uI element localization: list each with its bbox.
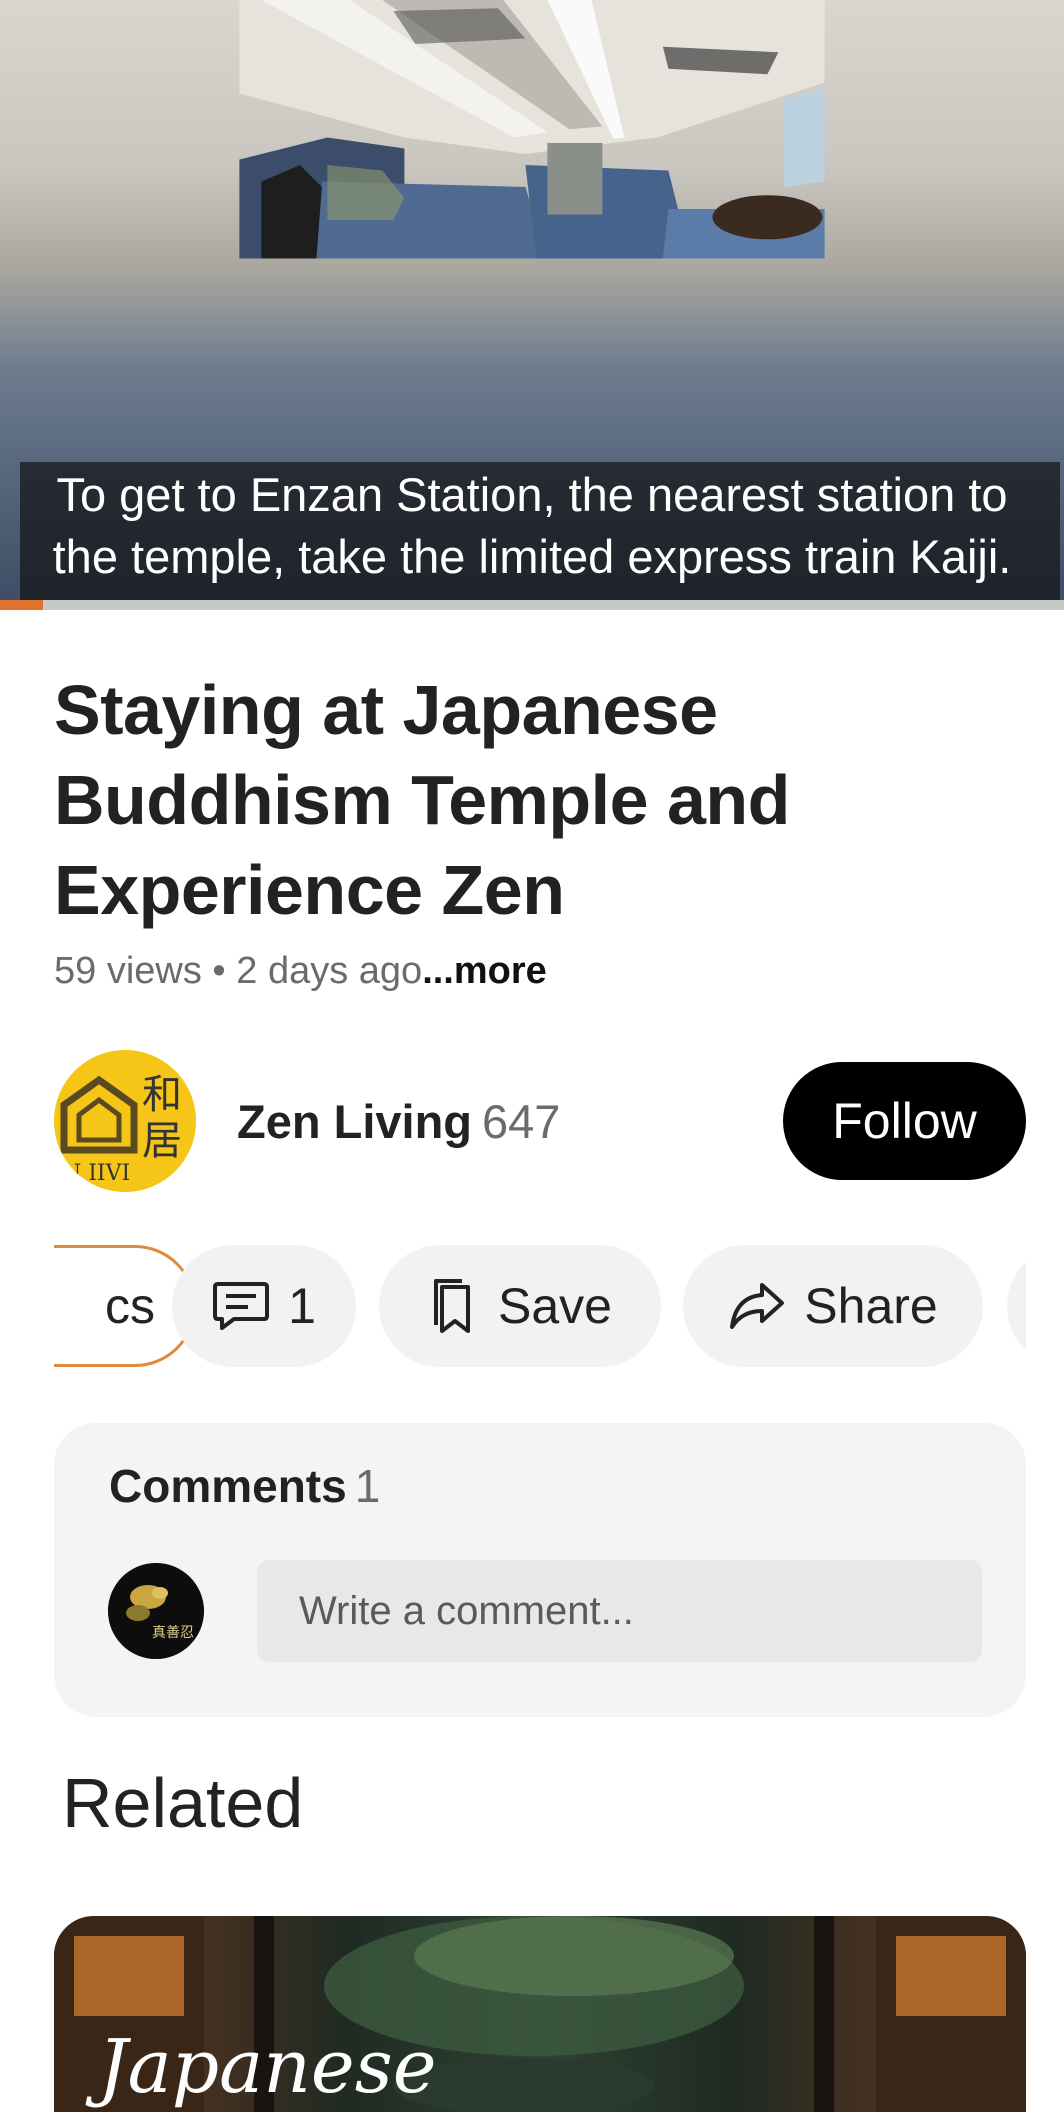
related-thumbnail-text: Japanese <box>98 2024 437 2110</box>
video-progress-fill <box>0 600 43 610</box>
channel-logo-icon: 和 居 N IIVI <box>54 1050 196 1192</box>
save-button[interactable]: Save <box>379 1245 661 1367</box>
related-heading: Related <box>62 1764 304 1842</box>
share-icon <box>730 1283 785 1329</box>
caption-line-1: To get to Enzan Station, the nearest sta… <box>56 468 1008 521</box>
user-avatar-image: 真善忍 <box>108 1563 204 1659</box>
user-avatar: 真善忍 <box>108 1563 204 1659</box>
caption-line-2: the temple, take the limited express tra… <box>52 530 1012 583</box>
comments-title: Comments <box>109 1460 347 1512</box>
video-progress-bar[interactable] <box>0 600 1064 610</box>
comments-chip[interactable]: 1 <box>172 1245 356 1367</box>
comment-icon <box>213 1282 270 1330</box>
video-frame <box>239 0 825 259</box>
comments-count: 1 <box>354 1460 381 1512</box>
share-button[interactable]: Share <box>683 1245 983 1367</box>
subscriber-count: 647 <box>482 1095 561 1148</box>
action-chip-row[interactable]: cs 1 Save Share <box>54 1245 1026 1369</box>
comments-heading: Comments 1 <box>109 1459 380 1513</box>
video-meta[interactable]: 59 views • 2 days ago...more <box>54 950 547 993</box>
comments-section[interactable]: Comments 1 真善忍 <box>54 1423 1026 1717</box>
channel-name[interactable]: Zen Living <box>237 1095 472 1148</box>
topics-chip-label: cs <box>105 1278 155 1334</box>
video-player[interactable]: To get to Enzan Station, the nearest sta… <box>0 0 1064 600</box>
comment-input[interactable] <box>257 1560 982 1662</box>
video-stats: 59 views • 2 days ago <box>54 950 423 992</box>
channel-info[interactable]: Zen Living 647 <box>237 1094 560 1149</box>
video-title: Staying at Japanese Buddhism Temple and … <box>54 671 790 929</box>
comments-chip-count: 1 <box>288 1278 316 1334</box>
follow-button[interactable]: Follow <box>783 1062 1026 1180</box>
more-actions-chip[interactable] <box>1007 1245 1026 1367</box>
channel-avatar[interactable]: 和 居 N IIVI <box>54 1050 196 1192</box>
bookmark-icon <box>434 1279 471 1333</box>
save-button-label: Save <box>498 1278 612 1334</box>
svg-text:真善忍: 真善忍 <box>152 1625 194 1641</box>
more-link[interactable]: ...more <box>422 950 547 992</box>
svg-text:和: 和 <box>142 1072 182 1118</box>
share-button-label: Share <box>804 1278 938 1334</box>
svg-text:居: 居 <box>142 1118 182 1164</box>
svg-text:N IIVI: N IIVI <box>62 1161 130 1186</box>
related-video-thumbnail[interactable]: Japanese <box>54 1916 1026 2112</box>
